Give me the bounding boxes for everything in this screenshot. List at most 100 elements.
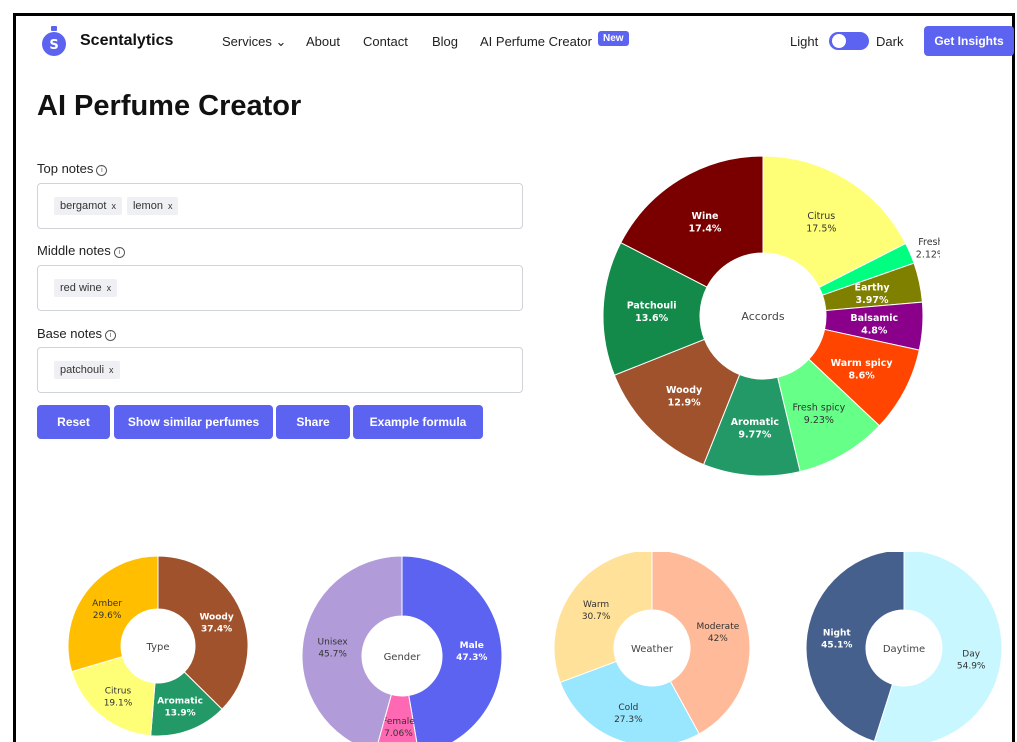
slice-value-aromatic: 13.9% (164, 709, 195, 719)
top-notes-label: Top notes i (37, 161, 108, 176)
slice-label-citrus: Citrus (807, 211, 835, 222)
slice-label-warm: Warm (583, 600, 609, 610)
slice-label-balsamic: Balsamic (850, 313, 898, 324)
slice-value-earthy: 3.97% (856, 295, 889, 306)
theme-toggle-knob (832, 34, 846, 48)
slice-label-amber: Amber (92, 599, 122, 609)
slice-value-citrus: 19.1% (104, 698, 133, 708)
slice-label-woody: Woody (666, 385, 703, 396)
frame-left-border (13, 14, 16, 742)
slice-label-woody: Woody (199, 613, 233, 623)
note-chip: lemon x (126, 197, 179, 215)
slice-value-night: 45.1% (821, 641, 852, 651)
chart-center-title: Gender (384, 652, 422, 663)
chart-center-title: Weather (631, 644, 674, 655)
chip-label: patchouli (60, 364, 105, 376)
top-notes-input[interactable]: bergamot x lemon x (37, 183, 523, 229)
slice-value-unisex: 45.7% (318, 650, 347, 660)
theme-toggle[interactable] (829, 32, 869, 50)
logo-letter: S (49, 38, 58, 53)
gender-donut-chart: Male 47.3% Female 7.06% Unisex 45.7% Gender (301, 555, 503, 742)
daytime-donut-chart: Day 54.9% Night 45.1% Daytime (805, 552, 1003, 742)
slice-label-male: Male (460, 641, 484, 651)
theme-light-label: Light (790, 34, 819, 49)
new-badge: New (598, 31, 629, 46)
slice-label-unisex: Unisex (318, 638, 349, 648)
slice-value-warm-spicy: 8.6% (848, 371, 875, 382)
nav-contact[interactable]: Contact (363, 34, 408, 49)
base-notes-label: Base notes i (37, 326, 117, 341)
slice-value-warm: 30.7% (582, 612, 611, 622)
chip-label: lemon (132, 200, 163, 212)
slice-male[interactable] (401, 555, 503, 742)
slice-label-moderate: Moderate (696, 622, 739, 632)
note-chip: red wine x (54, 279, 118, 297)
slice-value-patchouli: 13.6% (635, 313, 668, 324)
slice-value-woody: 12.9% (668, 397, 701, 408)
type-donut-chart: Woody 37.4% Aromatic 13.9% Citrus 19.1% Amber 2… (67, 555, 249, 737)
slice-label-aromatic: Aromatic (731, 417, 779, 428)
note-chip: patchouli x (54, 361, 120, 379)
chip-label: red wine (60, 282, 102, 294)
chip-label: bergamot (60, 200, 107, 212)
slice-value-cold: 27.3% (614, 715, 643, 725)
slice-label-day: Day (962, 649, 980, 659)
slice-value-woody: 37.4% (201, 625, 232, 635)
nav-blog[interactable]: Blog (432, 34, 458, 49)
middle-notes-input[interactable]: red wine x (37, 265, 523, 311)
chip-remove-icon[interactable]: x (107, 283, 112, 293)
get-insights-button[interactable]: Get Insights (924, 26, 1014, 56)
note-chip: bergamot x (54, 197, 122, 215)
slice-label-night: Night (823, 629, 851, 639)
slice-value-female: 7.06% (384, 729, 413, 739)
slice-value-moderate: 42% (708, 634, 728, 644)
middle-notes-label: Middle notes i (37, 243, 125, 258)
theme-dark-label: Dark (876, 34, 904, 49)
slice-label-warm-spicy: Warm spicy (831, 358, 894, 369)
example-formula-button[interactable]: Example formula (353, 405, 483, 439)
show-similar-perfumes-button[interactable]: Show similar perfumes (114, 405, 273, 439)
slice-value-fresh-spicy: 9.23% (804, 415, 834, 426)
chip-remove-icon[interactable]: x (111, 201, 116, 211)
slice-label-patchouli: Patchouli (627, 301, 677, 312)
chip-remove-icon[interactable]: x (168, 201, 173, 211)
slice-value-wine: 17.4% (688, 223, 721, 234)
slice-label-aromatic: Aromatic (157, 697, 203, 707)
frame-right-border (1012, 14, 1015, 742)
slice-label-earthy: Earthy (854, 283, 890, 294)
nav-about[interactable]: About (306, 34, 340, 49)
chart-center-title: Type (146, 642, 170, 653)
nav-ai-perfume-creator[interactable]: AI Perfume Creator (480, 34, 592, 49)
top-notes-label-text: Top notes (37, 161, 94, 176)
slice-value-amber: 29.6% (93, 611, 122, 621)
logo-icon[interactable]: S (40, 26, 68, 56)
slice-label-fresh-spicy: Fresh spicy (792, 403, 845, 414)
slice-label-citrus: Citrus (105, 686, 132, 696)
slice-value-aromatic: 9.77% (738, 430, 771, 441)
info-icon[interactable]: i (113, 247, 125, 258)
nav-services[interactable]: Services ⌄ (222, 34, 286, 50)
share-button[interactable]: Share (276, 405, 350, 439)
base-notes-label-text: Base notes (37, 326, 103, 341)
accords-donut-chart: Citrus17.5% Fresh2.12% Earthy3.97% Balsamic… (602, 155, 940, 477)
chip-remove-icon[interactable]: x (109, 365, 114, 375)
slice-label-cold: Cold (618, 703, 638, 713)
slice-value-citrus: 17.5% (806, 223, 836, 234)
slice-value-day: 54.9% (957, 661, 986, 671)
slice-label-female: Female (382, 717, 415, 727)
info-icon[interactable]: i (96, 165, 108, 176)
chart-center-title: Accords (741, 310, 784, 323)
reset-button[interactable]: Reset (37, 405, 110, 439)
middle-notes-label-text: Middle notes (37, 243, 111, 258)
slice-value-male: 47.3% (456, 653, 487, 663)
top-navigation: S Scentalytics Services ⌄ About Contact … (16, 16, 1014, 66)
slice-label-fresh: Fresh (918, 237, 940, 248)
chart-center-title: Daytime (883, 644, 925, 655)
slice-value-balsamic: 4.8% (861, 326, 888, 337)
slice-value-fresh: 2.12% (916, 249, 940, 260)
slice-label-wine: Wine (692, 211, 719, 222)
info-icon[interactable]: i (105, 330, 117, 341)
weather-donut-chart: Moderate 42% Cold 27.3% Warm 30.7% Weather (553, 552, 751, 742)
brand-name[interactable]: Scentalytics (80, 32, 173, 50)
base-notes-input[interactable]: patchouli x (37, 347, 523, 393)
